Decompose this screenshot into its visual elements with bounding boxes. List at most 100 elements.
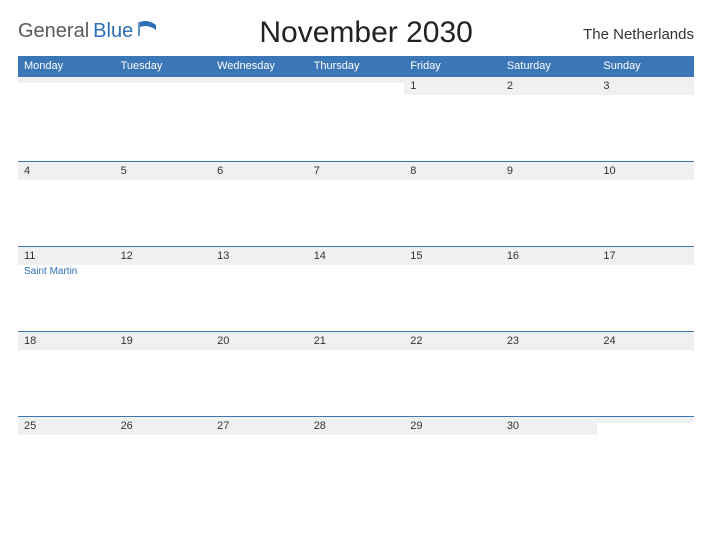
calendar-day-cell: 6 [211, 161, 308, 246]
calendar-day-cell: 19 [115, 331, 212, 416]
day-number-bar: 11 [18, 246, 115, 265]
day-number-bar: 7 [308, 161, 405, 180]
calendar-day-cell: 12 [115, 246, 212, 331]
day-number: 7 [314, 165, 320, 177]
day-number-bar: 6 [211, 161, 308, 180]
day-number-bar: 17 [597, 246, 694, 265]
calendar-day-cell [115, 76, 212, 161]
calendar-day-cell: 23 [501, 331, 598, 416]
day-number-bar: 23 [501, 331, 598, 350]
day-number: 15 [410, 250, 422, 262]
calendar-day-cell: 30 [501, 416, 598, 501]
day-number: 25 [24, 420, 36, 432]
calendar-day-cell [597, 416, 694, 501]
day-number-bar [18, 76, 115, 83]
day-number-bar: 4 [18, 161, 115, 180]
calendar-body: 1234567891011Saint Martin121314151617181… [18, 76, 694, 501]
logo-text-a: General [18, 20, 89, 43]
calendar-day-cell: 8 [404, 161, 501, 246]
day-number-bar: 25 [18, 416, 115, 435]
logo-text-b: Blue [93, 20, 133, 43]
calendar-day-cell: 17 [597, 246, 694, 331]
day-number: 9 [507, 165, 513, 177]
day-number-bar: 5 [115, 161, 212, 180]
day-number: 16 [507, 250, 519, 262]
weekday-header: Monday [18, 56, 115, 76]
day-number: 26 [121, 420, 133, 432]
day-number-bar: 20 [211, 331, 308, 350]
logo: General Blue [18, 12, 158, 43]
calendar-day-cell: 13 [211, 246, 308, 331]
calendar-week-row: 18192021 22 23 24 [18, 331, 694, 416]
weekday-header: Thursday [308, 56, 405, 76]
day-number: 23 [507, 335, 519, 347]
day-number: 6 [217, 165, 223, 177]
weekday-header: Tuesday [115, 56, 212, 76]
calendar-day-cell [308, 76, 405, 161]
day-number: 8 [410, 165, 416, 177]
calendar-table: Monday Tuesday Wednesday Thursday Friday… [18, 56, 694, 501]
calendar-weekday-header: Monday Tuesday Wednesday Thursday Friday… [18, 56, 694, 76]
calendar-day-cell: 15 [404, 246, 501, 331]
day-number: 4 [24, 165, 30, 177]
calendar-day-cell: 20 [211, 331, 308, 416]
day-number: 1 [410, 80, 416, 92]
calendar-day-cell: 25 [18, 416, 115, 501]
calendar-day-cell: 11 Saint Martin [18, 246, 115, 331]
weekday-header: Friday [404, 56, 501, 76]
day-number-bar: 24 [597, 331, 694, 350]
day-number-bar: 1 [404, 76, 501, 95]
calendar-week-row: 25 26 2728 29 30 [18, 416, 694, 501]
header: General Blue November 2030 The Netherlan… [18, 12, 694, 50]
calendar-day-cell [211, 76, 308, 161]
day-number: 12 [121, 250, 133, 262]
day-number-bar: 30 [501, 416, 598, 435]
calendar-day-cell: 24 [597, 331, 694, 416]
day-number-bar [115, 76, 212, 83]
day-number-bar: 19 [115, 331, 212, 350]
calendar-day-cell: 1 [404, 76, 501, 161]
weekday-header: Saturday [501, 56, 598, 76]
day-number: 14 [314, 250, 326, 262]
calendar-day-cell: 22 [404, 331, 501, 416]
calendar-week-row: 4 5 6 7 8 9 10 [18, 161, 694, 246]
calendar-day-cell: 28 [308, 416, 405, 501]
day-number-bar: 10 [597, 161, 694, 180]
day-number-bar: 21 [308, 331, 405, 350]
calendar-day-cell: 16 [501, 246, 598, 331]
calendar-day-cell: 4 [18, 161, 115, 246]
page-title: November 2030 [158, 12, 574, 50]
day-number-bar: 18 [18, 331, 115, 350]
day-number-bar [308, 76, 405, 83]
calendar-day-cell [18, 76, 115, 161]
calendar-day-cell: 9 [501, 161, 598, 246]
day-number-bar: 27 [211, 416, 308, 435]
calendar-day-cell: 21 [308, 331, 405, 416]
calendar-week-row: 11 Saint Martin 12 13 14 15 16 17 [18, 246, 694, 331]
day-number-bar: 9 [501, 161, 598, 180]
holiday-label: Saint Martin [18, 265, 115, 277]
calendar-day-cell: 18 [18, 331, 115, 416]
weekday-header: Wednesday [211, 56, 308, 76]
day-number: 29 [410, 420, 422, 432]
day-number-bar: 3 [597, 76, 694, 95]
day-number-bar: 16 [501, 246, 598, 265]
day-number-bar: 13 [211, 246, 308, 265]
day-number-bar: 22 [404, 331, 501, 350]
day-number: 11 [24, 250, 35, 262]
day-number-bar: 28 [308, 416, 405, 435]
calendar-day-cell: 26 [115, 416, 212, 501]
region-label: The Netherlands [574, 12, 694, 43]
day-number-bar: 12 [115, 246, 212, 265]
day-number-bar: 14 [308, 246, 405, 265]
calendar-day-cell: 3 [597, 76, 694, 161]
day-number: 22 [410, 335, 422, 347]
weekday-header: Sunday [597, 56, 694, 76]
day-number-bar: 8 [404, 161, 501, 180]
day-number-bar: 26 [115, 416, 212, 435]
calendar-day-cell: 14 [308, 246, 405, 331]
day-number-bar: 2 [501, 76, 598, 95]
calendar-week-row: 1 23 [18, 76, 694, 161]
day-number: 5 [121, 165, 127, 177]
logo-flag-icon [138, 21, 158, 42]
